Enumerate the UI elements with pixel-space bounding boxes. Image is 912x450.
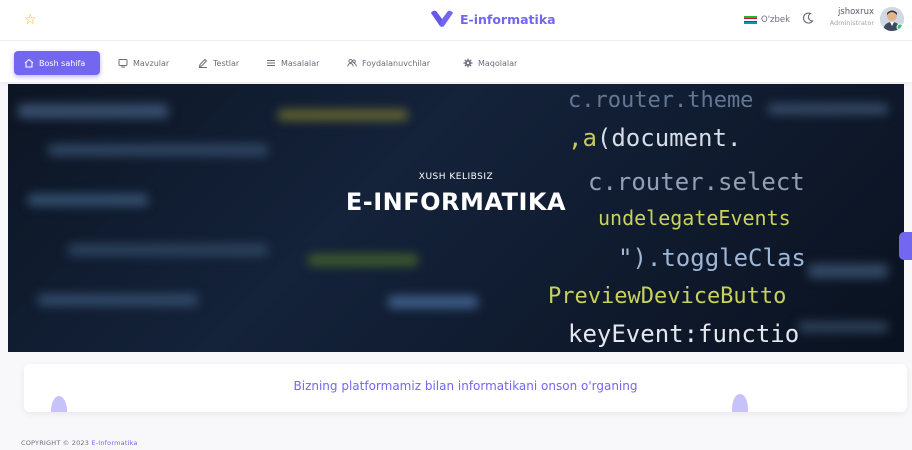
nav-label: Masalalar: [281, 58, 320, 68]
user-info[interactable]: jshoxrux Administrator: [818, 7, 874, 28]
nav-item-maqolalar[interactable]: Maqolalar: [463, 51, 517, 75]
user-role: Administrator: [829, 19, 874, 27]
pencil-icon: [198, 58, 208, 68]
nav-item-foydalanuvchilar[interactable]: Foydalanuvchilar: [347, 51, 430, 75]
code-line: PreviewDeviceButto: [548, 284, 787, 309]
slogan-text: Bizning platformamiz bilan informatikani…: [293, 379, 638, 393]
hero-banner: c.router.theme ,a(document. c.router.sel…: [8, 84, 904, 352]
blurred-code-line: [768, 104, 888, 114]
nav-label: Mavzular: [133, 58, 170, 68]
blurred-code-line: [48, 144, 268, 156]
nav-label: Foydalanuvchilar: [362, 58, 431, 68]
blurred-code-line: [18, 104, 168, 118]
hero-subtitle: XUSH KELIBSIZ: [418, 172, 494, 182]
blurred-code-line: [388, 296, 478, 308]
language-label: O'zbek: [761, 15, 791, 25]
uzbek-flag-icon: [744, 15, 757, 25]
nav-label: Bosh sahifa: [39, 58, 86, 68]
language-selector[interactable]: O'zbek: [744, 15, 790, 25]
code-line: ,a(document.: [568, 124, 742, 152]
home-icon: [24, 58, 34, 68]
moon-icon[interactable]: [801, 11, 815, 25]
gear-icon: [463, 58, 473, 68]
user-name: jshoxrux: [837, 7, 874, 17]
blurred-code-line: [308, 254, 418, 266]
top-header: ☆ E-informatika O'zbek jshoxrux Administ…: [0, 0, 912, 40]
star-icon[interactable]: ☆: [24, 13, 37, 27]
users-icon: [347, 58, 357, 67]
blurred-code-line: [38, 294, 198, 306]
footer: COPYRIGHT © 2023 E-Informatika: [21, 439, 138, 447]
footer-link[interactable]: E-Informatika: [91, 439, 137, 447]
avatar[interactable]: [880, 7, 904, 31]
blurred-code-line: [278, 110, 408, 120]
logo-icon: [431, 10, 453, 27]
code-line: keyEvent:functio: [568, 320, 800, 348]
copyright-text: COPYRIGHT © 2023: [21, 439, 90, 447]
decorative-blob: [732, 394, 748, 412]
nav-item-bosh-sahifa[interactable]: Bosh sahifa: [14, 51, 100, 75]
nav-item-mavzular[interactable]: Mavzular: [118, 51, 169, 75]
code-line: c.router.theme: [568, 88, 754, 113]
monitor-icon: [118, 59, 128, 68]
brand-name: E-informatika: [460, 11, 556, 27]
blurred-code-line: [798, 322, 888, 332]
nav-item-testlar[interactable]: Testlar: [198, 51, 239, 75]
customizer-toggle-button[interactable]: [899, 232, 912, 260]
nav-label: Testlar: [213, 58, 240, 68]
avatar-icon: [880, 7, 904, 31]
nav-item-masalalar[interactable]: Masalalar: [266, 51, 319, 75]
decorative-blob: [51, 396, 67, 412]
slogan-card: Bizning platformamiz bilan informatikani…: [24, 364, 907, 412]
nav-label: Maqolalar: [478, 58, 518, 68]
brand-logo[interactable]: E-informatika: [430, 10, 556, 28]
blurred-code-line: [68, 244, 268, 256]
main-nav: Bosh sahifa Mavzular Testlar Masalalar F…: [0, 40, 912, 82]
list-icon: [267, 60, 275, 66]
code-line: ").toggleClas: [618, 244, 806, 272]
hero-title: E-INFORMATIKA: [345, 188, 567, 216]
blurred-code-line: [808, 264, 888, 278]
